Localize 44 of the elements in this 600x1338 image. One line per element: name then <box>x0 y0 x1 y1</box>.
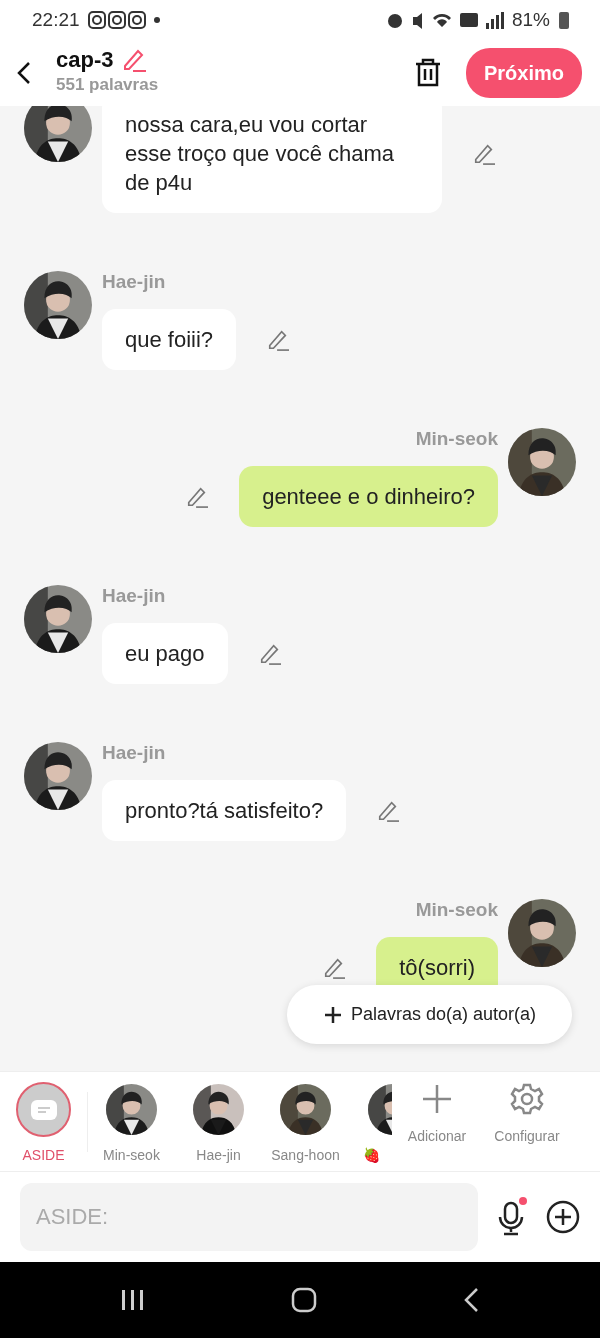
character-name: Hae-jin <box>102 742 167 764</box>
battery-level: 81% <box>511 7 550 32</box>
signal-icon <box>485 11 504 29</box>
character-tab[interactable]: 🍓 <box>349 1082 392 1166</box>
character-tab[interactable]: Hae-jin <box>175 1082 262 1166</box>
status-time: 22:21 <box>32 7 80 32</box>
camera-app-icon <box>87 11 146 29</box>
settings-icon <box>510 1082 544 1116</box>
message-bubble: que foiii? <box>102 309 237 370</box>
character-tab[interactable]: Sang-hoon <box>262 1082 349 1166</box>
pencil-icon[interactable] <box>121 48 148 73</box>
message-bubble: genteee e o dinheiro? <box>239 466 498 527</box>
pencil-icon[interactable] <box>322 956 347 979</box>
character-tab[interactable]: ASIDE <box>0 1082 87 1166</box>
chapter-title: cap-3 <box>56 48 114 73</box>
message-bubble: eu pago <box>102 623 228 684</box>
note-icon <box>30 1099 57 1120</box>
pencil-icon[interactable] <box>472 142 496 165</box>
next-button[interactable]: Próximo <box>465 48 582 98</box>
plus-icon <box>322 1004 343 1025</box>
word-count: 551 palavras <box>56 74 159 97</box>
message-bubble: pronto?tá satisfeito? <box>102 780 347 841</box>
character-tab[interactable]: Min-seok <box>88 1082 175 1166</box>
character-name: Min-seok <box>415 428 498 450</box>
wifi-icon <box>431 12 452 28</box>
dot-icon <box>153 17 160 23</box>
settings-button[interactable]: Configurar <box>482 1082 572 1147</box>
character-name: Hae-jin <box>102 271 167 293</box>
author-words-button[interactable]: Palavras do(a) autor(a) <box>286 985 572 1044</box>
battery-icon <box>558 10 570 30</box>
pencil-icon[interactable] <box>376 799 401 822</box>
back-icon[interactable] <box>16 61 32 85</box>
character-name: Hae-jin <box>102 585 167 607</box>
add-icon[interactable] <box>546 1200 580 1234</box>
message-input[interactable]: ASIDE: <box>20 1183 478 1251</box>
add-character-button[interactable]: Adicionar <box>392 1082 482 1147</box>
plus-icon <box>420 1082 454 1116</box>
character-name: Min-seok <box>415 899 498 921</box>
microphone-icon[interactable] <box>496 1197 528 1237</box>
message-bubble: nossa cara,eu vou cortar esse troço que você chama de p4u <box>102 106 442 213</box>
home-icon[interactable] <box>291 1287 317 1313</box>
pencil-icon[interactable] <box>185 485 210 508</box>
trash-icon[interactable] <box>413 58 442 88</box>
pencil-icon[interactable] <box>266 328 291 351</box>
